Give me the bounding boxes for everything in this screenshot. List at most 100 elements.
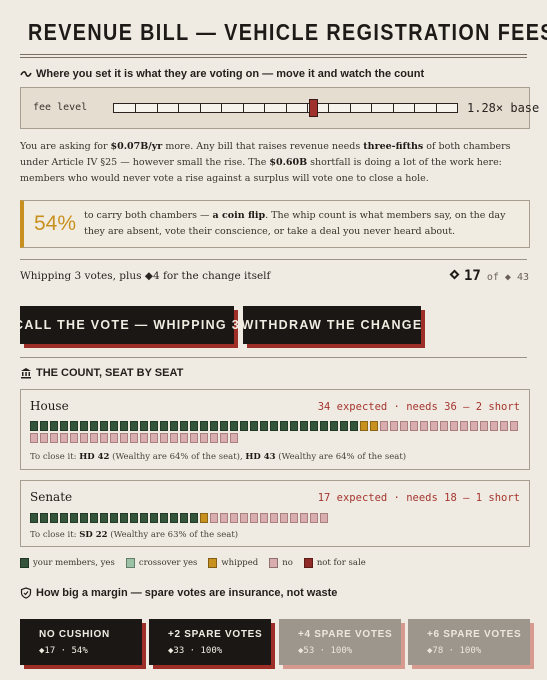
member-yes-seat — [210, 421, 218, 431]
member-yes-seat — [250, 421, 258, 431]
member-yes-seat — [70, 421, 78, 431]
member-yes-seat — [60, 513, 68, 523]
no-seat — [470, 421, 478, 431]
chamber-name: Senate — [30, 490, 73, 504]
member-yes-seat — [150, 513, 158, 523]
member-yes-seat — [200, 421, 208, 431]
call-vote-button[interactable]: CALL THE VOTE — WHIPPING 3 — [14, 306, 239, 344]
no-seat — [190, 433, 198, 443]
member-yes-seat — [170, 513, 178, 523]
member-yes-seat — [40, 421, 48, 431]
no-seat — [290, 513, 298, 523]
close-it-note: To close it: SD 22 (Wealthy are 63% of t… — [30, 530, 239, 540]
member-yes-seat — [330, 421, 338, 431]
legend-item: crossover yes — [125, 558, 197, 568]
member-yes-seat — [310, 421, 318, 431]
no-seat — [450, 421, 458, 431]
senate-seat-grid — [30, 513, 526, 523]
page-title: REVENUE BILL — VEHICLE REGISTRATION FEES — [28, 18, 547, 45]
withdraw-change-button[interactable]: WITHDRAW THE CHANGE — [242, 306, 421, 344]
member-yes-seat — [220, 421, 228, 431]
slider-tick — [135, 104, 136, 112]
district-link[interactable]: HD 42 — [79, 452, 109, 462]
no-seat — [180, 433, 188, 443]
fee-level-slider[interactable] — [113, 99, 458, 117]
member-yes-seat — [130, 513, 138, 523]
no-seat — [200, 433, 208, 443]
no-seat — [50, 433, 58, 443]
chamber-status: 34 expected · needs 36 — 2 short — [317, 401, 520, 413]
no-seat — [320, 513, 328, 523]
no-seat — [70, 433, 78, 443]
legend-label: not for sale — [316, 558, 366, 568]
margin-option-plus-2[interactable]: +2 SPARE VOTES ◆33 · 100% — [149, 619, 271, 665]
margin-option-no-cushion[interactable]: NO CUSHION ◆17 · 54% — [20, 619, 142, 665]
slider-tick — [221, 104, 222, 112]
whipped-seat — [370, 421, 378, 431]
no-seat — [500, 421, 508, 431]
legend-label: no — [282, 558, 293, 568]
divider — [20, 259, 527, 260]
member-yes-seat — [150, 421, 158, 431]
member-yes-seat — [290, 421, 298, 431]
no-seat — [390, 421, 398, 431]
no-seat — [410, 421, 418, 431]
district-link[interactable]: SD 22 — [79, 530, 107, 540]
no-seat — [240, 513, 248, 523]
member-yes-seat — [320, 421, 328, 431]
member-yes-seat — [70, 513, 78, 523]
slider-tick — [286, 104, 287, 112]
member-yes-seat — [110, 513, 118, 523]
slider-tick — [157, 104, 158, 112]
no-seat — [140, 433, 148, 443]
member-yes-seat — [160, 421, 168, 431]
no-seat — [40, 433, 48, 443]
no-seat — [490, 421, 498, 431]
no-seat — [440, 421, 448, 431]
slider-tick — [200, 104, 201, 112]
legend-item: your members, yes — [20, 558, 115, 568]
legend-item: whipped — [208, 558, 258, 568]
no-seat — [300, 513, 308, 523]
no-seat — [210, 433, 218, 443]
count-heading: THE COUNT, SEAT BY SEAT — [20, 367, 183, 379]
member-yes-seat — [300, 421, 308, 431]
member-yes-seat — [120, 421, 128, 431]
shield-check-icon — [20, 587, 32, 599]
member-yes-seat — [140, 513, 148, 523]
member-yes-seat — [120, 513, 128, 523]
member-yes-seat — [130, 421, 138, 431]
legend-item: no — [269, 558, 293, 568]
diamond-icon — [449, 269, 460, 280]
pass-probability: 54% — [34, 212, 77, 235]
whipped-seat — [360, 421, 368, 431]
no-seat — [400, 421, 408, 431]
slider-tick — [350, 104, 351, 112]
margin-option-plus-4[interactable]: +4 SPARE VOTES ◆53 · 100% — [279, 619, 401, 665]
close-it-note: To close it: HD 42 (Wealthy are 64% of t… — [30, 452, 407, 462]
slider-label: fee level — [33, 102, 88, 113]
member-yes-seat — [90, 513, 98, 523]
slider-tick — [243, 104, 244, 112]
member-yes-seat — [90, 421, 98, 431]
legend-swatch — [125, 558, 135, 568]
slider-thumb[interactable] — [309, 99, 318, 117]
district-link[interactable]: HD 43 — [245, 452, 275, 462]
member-yes-seat — [30, 513, 38, 523]
no-seat — [480, 421, 488, 431]
legend-swatch — [208, 558, 218, 568]
no-seat — [220, 513, 228, 523]
margin-heading: How big a margin — spare votes are insur… — [20, 587, 337, 599]
margin-option-plus-6[interactable]: +6 SPARE VOTES ◆78 · 100% — [408, 619, 530, 665]
member-yes-seat — [240, 421, 248, 431]
chamber-status: 17 expected · needs 18 — 1 short — [317, 492, 520, 504]
wave-icon — [20, 71, 32, 77]
budget-total: of ◆ 43 — [486, 272, 529, 283]
member-yes-seat — [230, 421, 238, 431]
seat-legend: your members, yes crossover yes whipped no n… — [20, 558, 377, 568]
member-yes-seat — [180, 421, 188, 431]
member-yes-seat — [140, 421, 148, 431]
member-yes-seat — [50, 421, 58, 431]
member-yes-seat — [350, 421, 358, 431]
legend-swatch — [20, 558, 29, 568]
